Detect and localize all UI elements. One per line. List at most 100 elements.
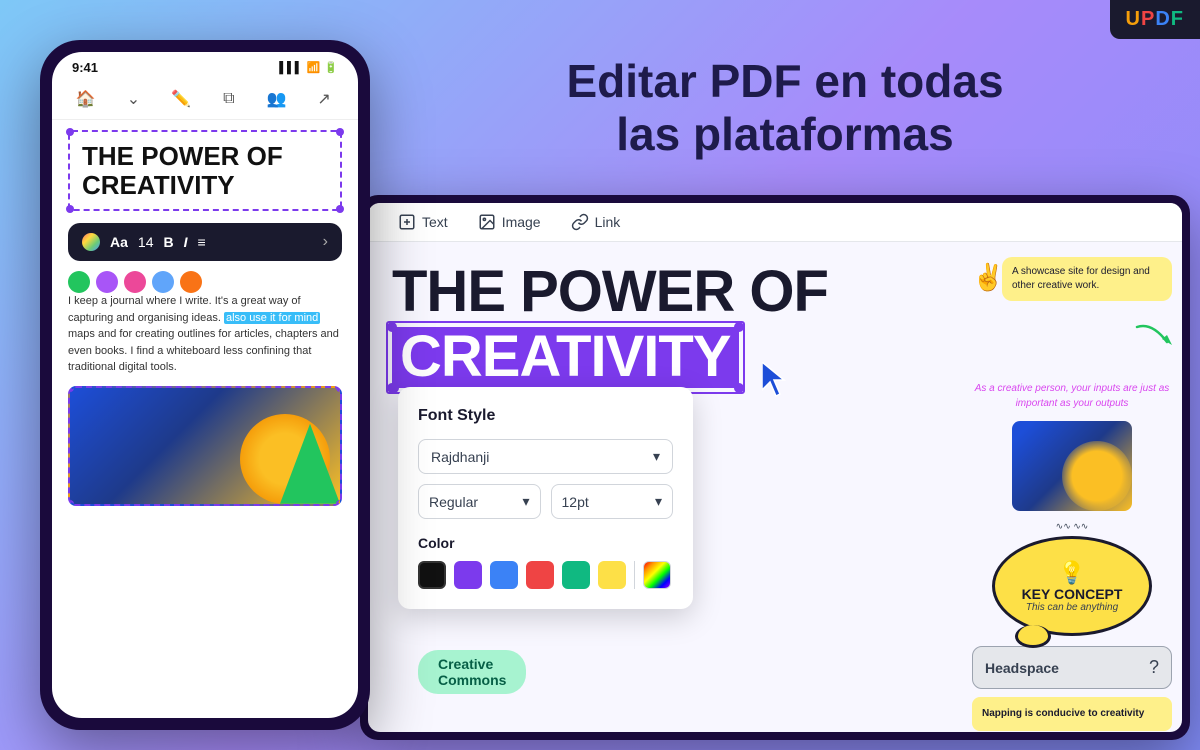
phone-status-icons: ▌▌▌ 📶 🔋	[279, 61, 338, 74]
headline-line2: las plataformas	[430, 108, 1140, 161]
showcase-note-text: A showcase site for design and other cre…	[1012, 266, 1150, 291]
phone-paragraph: I keep a journal where I write. It's a g…	[68, 293, 342, 376]
toolbar-image-label: Image	[502, 214, 541, 230]
showcase-area: ✌️ A showcase site for design and other …	[972, 257, 1172, 301]
toolbar-image[interactable]: Image	[478, 213, 541, 231]
cursor-svg	[762, 362, 792, 398]
phone-mockup: 9:41 ▌▌▌ 📶 🔋 🏠 ⌄ ✏️ ⧉ 👥 ↗ THE POWER OF C…	[40, 40, 370, 730]
pencil-icon[interactable]: ✏️	[167, 85, 195, 113]
img-dot-br	[336, 500, 342, 506]
font-style-popup: Font Style Rajdhanji ▾ Regular ▾ 12pt ▾	[398, 387, 693, 609]
img-dot-bl	[68, 500, 74, 506]
headspace-card: Headspace ?	[972, 646, 1172, 689]
phone-format-bar[interactable]: Aa 14 B I ≡ ›	[68, 223, 342, 261]
doodle-lines: ∿∿ ∿∿	[1056, 521, 1089, 532]
image-icon	[478, 213, 496, 231]
updf-text: UPDF	[1126, 8, 1184, 30]
toolbar-text-label: Text	[422, 214, 448, 230]
sel-dot-tr	[734, 322, 744, 332]
para-text-2: maps and for creating outlines for artic…	[68, 328, 339, 373]
font-name-value: Rajdhanji	[431, 449, 489, 465]
arrow-decoration	[1132, 317, 1182, 362]
tablet-main: THE POWER OF CREATIVITY	[368, 242, 962, 729]
align-icon[interactable]: ≡	[198, 234, 206, 250]
tablet-mockup: Text Image Link THE POWER OF	[360, 195, 1190, 740]
question-mark: ?	[1149, 657, 1159, 678]
phone-title-box: THE POWER OF CREATIVITY	[68, 130, 342, 211]
doc-title-line2: CREATIVITY	[392, 327, 739, 388]
chevron-down-icon[interactable]: ⌄	[119, 85, 147, 113]
highlighted-text: also use it for mind	[224, 312, 320, 324]
img-dot-tr	[336, 386, 342, 392]
color-orange[interactable]	[180, 271, 202, 293]
color-pink[interactable]	[124, 271, 146, 293]
tablet-toolbar: Text Image Link	[368, 203, 1182, 242]
key-concept-sub: This can be anything	[1026, 602, 1118, 613]
copy-icon[interactable]: ⧉	[215, 85, 243, 113]
toolbar-link-label: Link	[595, 214, 621, 230]
italic-button[interactable]: I	[184, 234, 188, 250]
key-concept-text: KEY CONCEPT	[1022, 586, 1123, 602]
phone-heading: THE POWER OF CREATIVITY	[82, 142, 328, 199]
corner-dot-bl	[66, 205, 74, 213]
swatch-blue[interactable]	[490, 561, 518, 589]
phone-toolbar[interactable]: 🏠 ⌄ ✏️ ⧉ 👥 ↗	[52, 79, 358, 120]
text-icon	[398, 213, 416, 231]
phone-status-bar: 9:41 ▌▌▌ 📶 🔋	[52, 52, 358, 79]
signal-icon: ▌▌▌	[279, 62, 302, 74]
swatch-black[interactable]	[418, 561, 446, 589]
users-icon[interactable]: 👥	[262, 85, 290, 113]
share-icon[interactable]: ↗	[310, 85, 338, 113]
swatch-green[interactable]	[562, 561, 590, 589]
swatch-red[interactable]	[526, 561, 554, 589]
color-blue[interactable]	[152, 271, 174, 293]
showcase-note: A showcase site for design and other cre…	[1002, 257, 1172, 301]
napping-note: Napping is conducive to creativity	[972, 697, 1172, 731]
corner-dot-br	[336, 205, 344, 213]
font-name-select[interactable]: Rajdhanji ▾	[418, 439, 673, 474]
toolbar-text[interactable]: Text	[398, 213, 448, 231]
sel-dot-br	[734, 383, 744, 393]
headspace-label: Headspace	[985, 660, 1059, 676]
tablet-content: THE POWER OF CREATIVITY	[368, 242, 1182, 729]
link-icon	[571, 213, 589, 231]
phone-image	[68, 386, 342, 506]
battery-icon: 🔋	[324, 61, 338, 74]
home-icon[interactable]: 🏠	[72, 85, 100, 113]
creative-commons-label: Creative Commons	[418, 650, 526, 694]
sel-dot-bm	[389, 383, 399, 393]
italic-quote: As a creative person, your inputs are ju…	[972, 381, 1172, 411]
key-concept-bubble: 💡 KEY CONCEPT This can be anything	[992, 536, 1152, 636]
headline-line1: Editar PDF en todas	[430, 55, 1140, 108]
color-label: Color	[418, 535, 673, 551]
phone-inner: 9:41 ▌▌▌ 📶 🔋 🏠 ⌄ ✏️ ⧉ 👥 ↗ THE POWER OF C…	[52, 52, 358, 718]
more-icon[interactable]: ›	[323, 233, 328, 251]
color-green[interactable]	[68, 271, 90, 293]
creativity-text: CREATIVITY	[392, 327, 739, 388]
key-concept-area: ∿∿ ∿∿ 💡 KEY CONCEPT This can be anything	[972, 521, 1172, 636]
peace-icon: ✌️	[972, 262, 1004, 293]
tablet-right-panel: ✌️ A showcase site for design and other …	[962, 242, 1182, 729]
color-picker-icon[interactable]	[82, 233, 100, 251]
font-label: Aa	[110, 234, 128, 250]
font-style-select[interactable]: Regular ▾	[418, 484, 541, 519]
phone-time: 9:41	[72, 60, 98, 75]
font-dropdown-icon: ▾	[653, 448, 660, 465]
document-title-area: THE POWER OF CREATIVITY	[392, 262, 938, 388]
font-style-dropdown: ▾	[522, 493, 529, 510]
creativity-selection-wrapper: CREATIVITY	[392, 327, 739, 388]
color-purple[interactable]	[96, 271, 118, 293]
bold-button[interactable]: B	[163, 234, 173, 250]
swatch-purple[interactable]	[454, 561, 482, 589]
sunflower-image	[1012, 421, 1132, 511]
toolbar-link[interactable]: Link	[571, 213, 621, 231]
color-picker-wheel[interactable]	[643, 561, 671, 589]
sunflower-yellow	[1062, 441, 1132, 511]
font-size-select[interactable]: 12pt ▾	[551, 484, 674, 519]
color-swatches	[418, 561, 673, 589]
font-size[interactable]: 14	[138, 234, 154, 250]
font-size-value: 12pt	[562, 494, 589, 510]
lightbulb-icon: 💡	[1058, 560, 1085, 586]
font-popup-title: Font Style	[418, 407, 673, 425]
swatch-yellow[interactable]	[598, 561, 626, 589]
